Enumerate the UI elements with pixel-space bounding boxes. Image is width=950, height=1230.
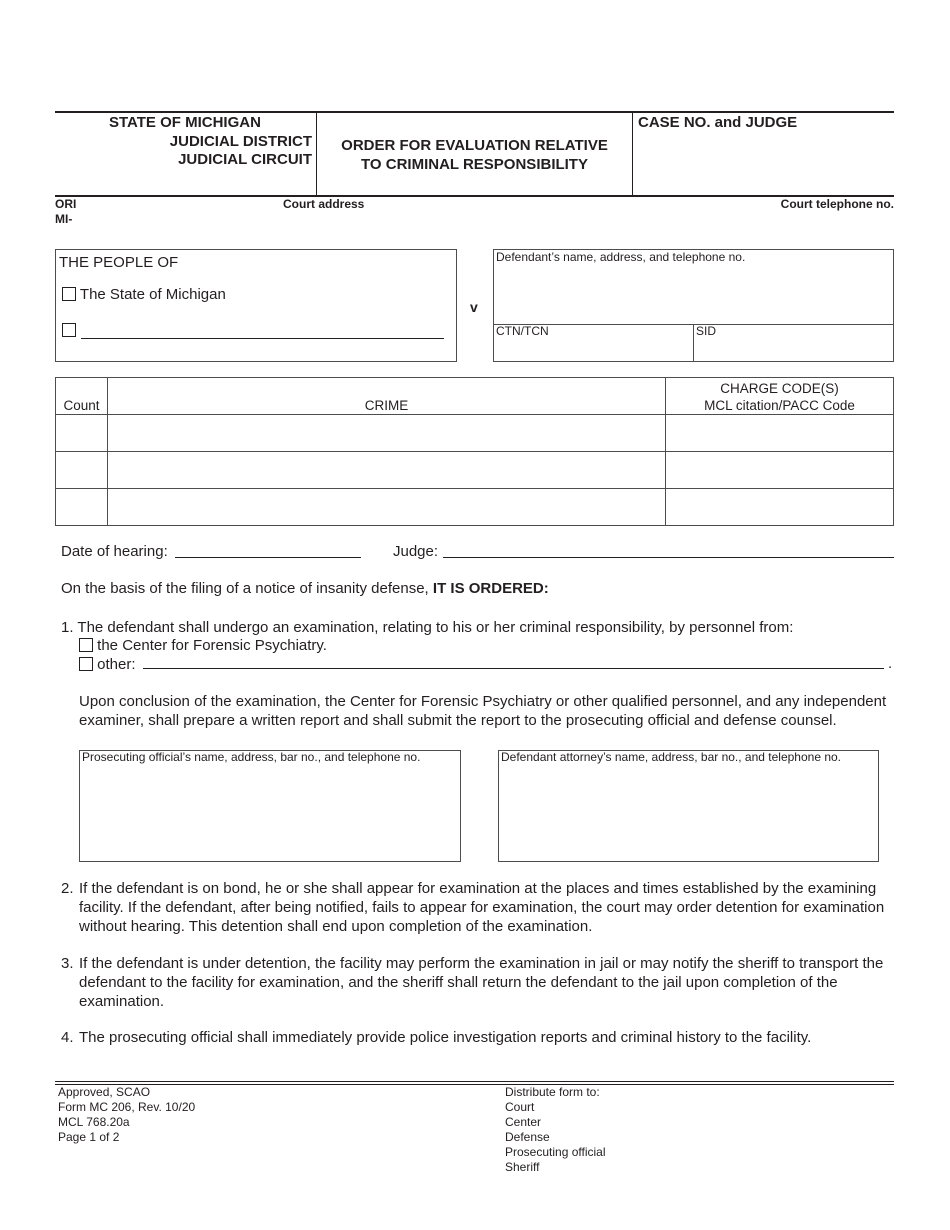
count-cell[interactable] [55,414,108,452]
table-row [55,488,894,526]
ori-label: ORI [55,197,77,211]
center-for-forensic-psychiatry-option[interactable]: the Center for Forensic Psychiatry. [79,636,327,655]
count-cell[interactable] [55,451,108,489]
distribution-item: Sheriff [505,1160,540,1174]
checkbox[interactable] [62,323,76,337]
other-plaintiff-input[interactable] [81,338,444,339]
distribution-item: Center [505,1115,542,1129]
crime-table: Count CRIME CHARGE CODE(S) MCL citation/… [55,377,894,526]
court-address-field[interactable]: Court address [283,197,364,211]
item-number: 1. [61,619,74,636]
court-telephone-field[interactable]: Court telephone no. [781,197,894,211]
distribution-item: Court [505,1100,535,1114]
period: . [888,655,893,672]
form-title-line: TO CRIMINAL RESPONSIBILITY [361,156,588,173]
prosecuting-official-label: Prosecuting official’s name, address, ba… [82,750,421,764]
form-title: ORDER FOR EVALUATION RELATIVE TO CRIMINA… [317,136,632,174]
date-of-hearing-input[interactable] [175,557,361,558]
form-number: Form MC 206, Rev. 10/20 [58,1100,196,1114]
option-label: other: [97,656,136,673]
distribution-item: Defense [505,1130,550,1144]
case-no-field[interactable]: CASE NO. and JUDGE [638,114,797,131]
item-text: If the defendant is under detention, the… [79,955,884,1010]
item-number: 2. [61,880,74,897]
item-text: If the defendant is on bond, he or she s… [79,880,885,935]
distribution-list: Distribute form to: Court Center Defense… [505,1085,606,1175]
charge-code-header: CHARGE CODE(S) MCL citation/PACC Code [665,377,894,415]
checkbox[interactable] [79,657,93,671]
divider [693,324,694,362]
charge-code-cell[interactable] [665,451,894,489]
versus-label: v [470,299,478,315]
item-number: 4. [61,1029,74,1046]
footer-rule [55,1081,894,1082]
charge-code-header-line: CHARGE CODE(S) [720,381,839,396]
form-info: Approved, SCAO Form MC 206, Rev. 10/20 M… [58,1085,195,1145]
header-bottom-rule [55,195,894,197]
item-text: The defendant shall undergo an examinati… [77,619,794,636]
prosecuting-official-box[interactable] [79,750,461,862]
ori-prefix: MI- [55,212,73,226]
defendant-label: Defendant’s name, address, and telephone… [496,250,746,264]
item-number: 3. [61,955,74,972]
crime-cell[interactable] [107,488,666,526]
state-of-michigan-option[interactable]: The State of Michigan [62,286,226,303]
distribution-item: Prosecuting official [505,1145,606,1159]
order-item-1: 1. The defendant shall undergo an examin… [61,618,793,637]
distribution-label: Distribute form to: [505,1085,600,1099]
state-of-michigan-label: The State of Michigan [79,286,226,303]
charge-code-cell[interactable] [665,488,894,526]
option-label: the Center for Forensic Psychiatry. [97,637,327,654]
people-of-label: THE PEOPLE OF [59,254,179,271]
other-plaintiff-option[interactable] [62,322,76,339]
count-header: Count [55,377,108,415]
defendant-attorney-label: Defendant attorney’s name, address, bar … [501,750,842,764]
defendant-attorney-box[interactable] [498,750,879,862]
crime-header: CRIME [107,377,666,415]
circuit-label: JUDICIAL CIRCUIT [178,151,312,168]
crime-cell[interactable] [107,451,666,489]
table-row [55,414,894,452]
judge-input[interactable] [443,557,894,558]
header-top-rule [55,111,894,113]
approval-text: Approved, SCAO [58,1085,151,1099]
conclusion-paragraph: Upon conclusion of the examination, the … [79,693,887,729]
order-basis-text: On the basis of the filing of a notice o… [61,580,429,597]
header-divider [632,112,633,196]
state-label: STATE OF MICHIGAN [109,114,261,131]
crime-table-header: Count CRIME CHARGE CODE(S) MCL citation/… [55,377,894,415]
other-examiner-option[interactable]: other: [79,655,136,674]
sid-field[interactable]: SID [696,324,716,338]
page-number: Page 1 of 2 [58,1130,120,1144]
order-item-4: 4. The prosecuting official shall immedi… [61,1028,899,1047]
mcl-citation: MCL 768.20a [58,1115,130,1129]
district-label: JUDICIAL DISTRICT [169,132,312,150]
date-of-hearing-label: Date of hearing: [61,543,168,560]
court-jurisdiction: STATE OF MICHIGAN JUDICIAL DISTRICT JUDI… [56,114,312,170]
form-title-line: ORDER FOR EVALUATION RELATIVE [341,137,608,154]
judge-label: Judge: [393,543,439,560]
charge-code-cell[interactable] [665,414,894,452]
order-basis: On the basis of the filing of a notice o… [61,580,549,597]
checkbox[interactable] [79,638,93,652]
count-cell[interactable] [55,488,108,526]
item-text: The prosecuting official shall immediate… [79,1029,812,1046]
table-row [55,451,894,489]
ori-field[interactable]: ORI MI- [55,197,76,227]
charge-code-header-line: MCL citation/PACC Code [704,398,855,413]
order-item-3: 3. If the defendant is under detention, … [61,954,899,1011]
checkbox[interactable] [62,287,76,301]
it-is-ordered-label: IT IS ORDERED: [432,580,549,597]
crime-cell[interactable] [107,414,666,452]
ctn-tcn-field[interactable]: CTN/TCN [496,324,549,338]
other-examiner-input[interactable] [143,668,884,669]
order-item-2: 2. If the defendant is on bond, he or sh… [61,879,899,936]
